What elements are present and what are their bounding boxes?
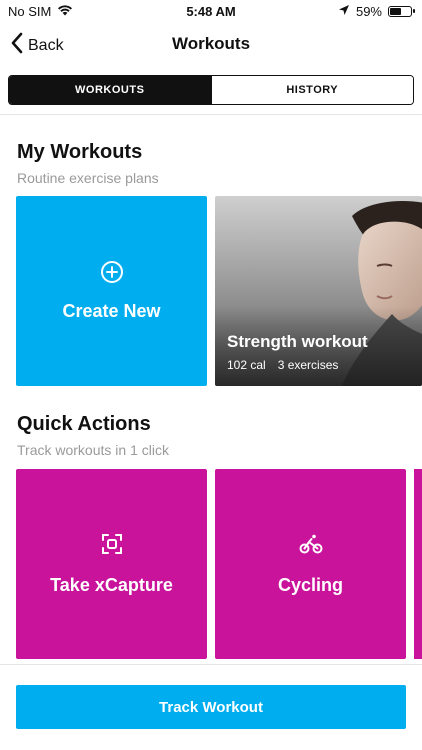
- footer-divider: [0, 664, 422, 665]
- status-right: 59%: [338, 4, 415, 19]
- quick-actions-subtitle: Track workouts in 1 click: [17, 442, 169, 458]
- take-xcapture-label: Take xCapture: [50, 575, 173, 595]
- plus-circle-icon: [100, 260, 124, 289]
- cycling-icon: [299, 532, 323, 561]
- create-new-card[interactable]: Create New: [16, 196, 207, 386]
- next-action-card-peek[interactable]: [414, 469, 422, 659]
- tab-history[interactable]: HISTORY: [210, 76, 413, 104]
- status-bar: No SIM 5:48 AM 59%: [0, 0, 422, 22]
- battery-percent: 59%: [355, 4, 382, 19]
- page-title: Workouts: [171, 34, 251, 53]
- my-workouts-subtitle: Routine exercise plans: [17, 170, 159, 186]
- strength-workout-title: Strength workout: [227, 332, 368, 351]
- calories-label: 102 cal: [227, 358, 266, 372]
- strength-workout-card[interactable]: Strength workout 102 cal 3 exercises: [215, 196, 422, 386]
- my-workouts-title: My Workouts: [17, 141, 143, 163]
- divider: [0, 114, 422, 115]
- track-workout-button[interactable]: Track Workout: [16, 685, 406, 729]
- capture-icon: [100, 532, 124, 561]
- cycling-label: Cycling: [277, 575, 343, 595]
- location-icon: [338, 4, 350, 19]
- strength-workout-meta: 102 cal 3 exercises: [227, 358, 338, 372]
- workouts-tabs: WORKOUTS HISTORY: [8, 75, 414, 105]
- battery-icon: [388, 6, 415, 17]
- cycling-card[interactable]: Cycling: [215, 469, 406, 659]
- tab-workouts[interactable]: WORKOUTS: [9, 76, 211, 104]
- navigation-bar: Back Workouts: [0, 22, 422, 66]
- exercises-label: 3 exercises: [277, 358, 339, 372]
- take-xcapture-card[interactable]: Take xCapture: [16, 469, 207, 659]
- create-new-label: Create New: [62, 301, 161, 321]
- quick-actions-title: Quick Actions: [17, 413, 151, 435]
